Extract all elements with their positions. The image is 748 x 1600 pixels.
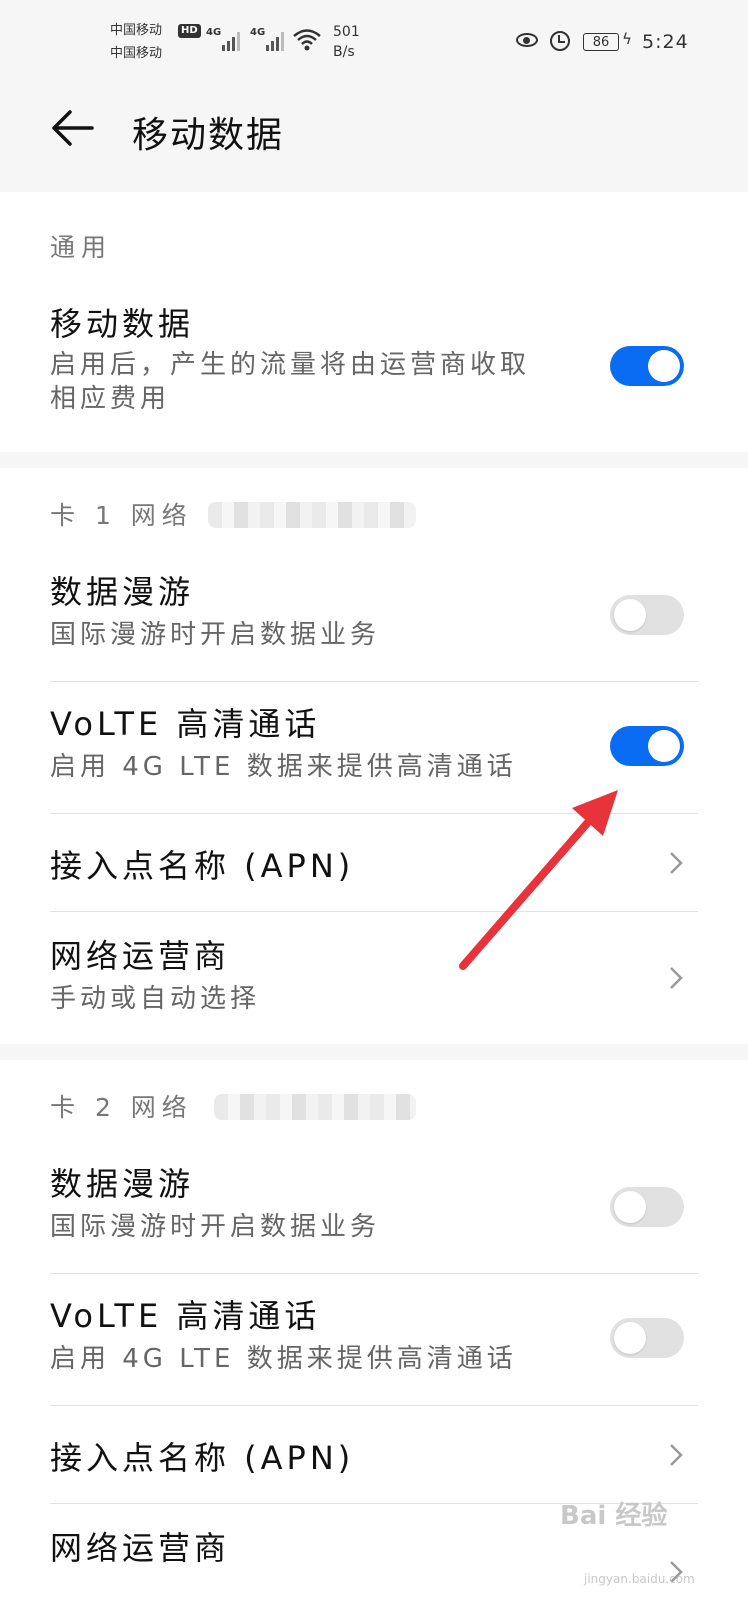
baidu-watermark-url: jingyan.baidu.com — [584, 1572, 695, 1586]
chevron-right-icon — [670, 967, 683, 989]
page-title: 移动数据 — [132, 115, 285, 156]
mobile-data-title: 移动数据 — [50, 305, 195, 343]
sim1-data-roaming-subtitle: 国际漫游时开启数据业务 — [50, 620, 381, 650]
sim2-data-roaming-subtitle: 国际漫游时开启数据业务 — [50, 1212, 381, 1242]
section-header-sim2: 卡 2 网络 — [50, 1093, 193, 1122]
network-speed: 501 B/s — [333, 24, 360, 60]
sim1-card: 卡 1 网络 数据漫游 国际漫游时开启数据业务 VoLTE 高清通话 启用 4G… — [0, 468, 748, 1044]
section-header-sim1: 卡 1 网络 — [50, 501, 193, 530]
divider — [50, 681, 698, 682]
sim1-apn-title: 接入点名称 (APN) — [50, 847, 355, 885]
alarm-icon — [550, 31, 570, 51]
carrier-1-label: 中国移动 — [110, 23, 163, 38]
general-card: 通用 移动数据 启用后，产生的流量将由运营商收取 相应费用 — [0, 192, 748, 452]
sim1-volte-row[interactable]: VoLTE 高清通话 启用 4G LTE 数据来提供高清通话 — [50, 704, 698, 784]
carrier-2-label: 中国移动 — [110, 46, 163, 61]
mobile-data-row[interactable]: 移动数据 启用后，产生的流量将由运营商收取 相应费用 — [50, 304, 698, 416]
back-arrow-icon[interactable] — [48, 104, 100, 152]
sim2-apn-row[interactable]: 接入点名称 (APN) — [50, 1438, 698, 1478]
section-header-general: 通用 — [50, 233, 113, 262]
sim1-operator-title: 网络运营商 — [50, 937, 231, 975]
signal-1-icon: 4G — [206, 27, 242, 51]
sim2-volte-toggle[interactable] — [610, 1318, 684, 1358]
sim2-volte-subtitle: 启用 4G LTE 数据来提供高清通话 — [50, 1344, 517, 1374]
hd-badge: HD — [178, 24, 201, 38]
signal-2-icon: 4G — [250, 27, 286, 51]
redacted-operator-name — [208, 502, 416, 528]
sim1-operator-subtitle: 手动或自动选择 — [50, 984, 261, 1014]
mobile-data-toggle[interactable] — [610, 346, 684, 386]
chevron-right-icon — [670, 852, 683, 874]
divider — [50, 1273, 698, 1274]
sim2-volte-row[interactable]: VoLTE 高清通话 启用 4G LTE 数据来提供高清通话 — [50, 1296, 698, 1376]
sim2-data-roaming-title: 数据漫游 — [50, 1165, 195, 1203]
divider — [50, 813, 698, 814]
sim2-data-roaming-row[interactable]: 数据漫游 国际漫游时开启数据业务 — [50, 1164, 698, 1244]
sim1-volte-subtitle: 启用 4G LTE 数据来提供高清通话 — [50, 752, 517, 782]
mobile-data-subtitle: 启用后，产生的流量将由运营商收取 相应费用 — [50, 350, 531, 414]
charging-icon: ϟ — [622, 30, 632, 48]
sim1-data-roaming-toggle[interactable] — [610, 595, 684, 635]
divider — [50, 1405, 698, 1406]
battery-icon: 86 — [583, 33, 619, 51]
sim2-volte-title: VoLTE 高清通话 — [50, 1297, 321, 1335]
sim2-data-roaming-toggle[interactable] — [610, 1187, 684, 1227]
sim2-apn-title: 接入点名称 (APN) — [50, 1439, 355, 1477]
sim1-operator-row[interactable]: 网络运营商 手动或自动选择 — [50, 936, 698, 1016]
sim1-volte-toggle[interactable] — [610, 726, 684, 766]
eye-comfort-icon — [516, 33, 538, 47]
clock: 5:24 — [642, 31, 689, 53]
sim1-volte-title: VoLTE 高清通话 — [50, 705, 321, 743]
status-bar: 中国移动 中国移动 HD 4G 4G 501 B/s 86 ϟ 5:24 — [0, 0, 748, 80]
sim1-data-roaming-title: 数据漫游 — [50, 573, 195, 611]
chevron-right-icon — [670, 1444, 683, 1466]
sim1-data-roaming-row[interactable]: 数据漫游 国际漫游时开启数据业务 — [50, 572, 698, 652]
sim1-apn-row[interactable]: 接入点名称 (APN) — [50, 846, 698, 886]
sim2-operator-title: 网络运营商 — [50, 1529, 231, 1567]
baidu-watermark: Bai 经验 — [560, 1501, 668, 1531]
redacted-operator-name — [214, 1094, 416, 1120]
wifi-icon — [293, 29, 321, 51]
sim2-operator-row[interactable]: 网络运营商 — [50, 1528, 698, 1568]
divider — [50, 911, 698, 912]
